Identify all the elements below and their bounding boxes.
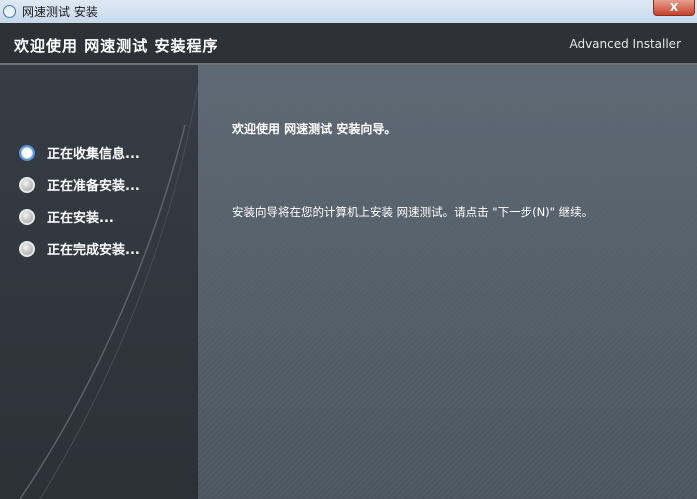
- step-finishing: 正在完成安装...: [19, 239, 140, 258]
- welcome-heading: 欢迎使用 网速测试 安装向导。: [232, 122, 397, 136]
- close-button[interactable]: X: [653, 0, 695, 16]
- step-indicator-icon: [19, 208, 35, 225]
- header-banner: 欢迎使用 网速测试 安装程序 Advanced Installer: [0, 23, 697, 65]
- step-indicator-icon: [19, 176, 35, 193]
- step-indicator-icon: [19, 240, 35, 257]
- header-title: 欢迎使用 网速测试 安装程序: [14, 37, 219, 55]
- window-title: 网速测试 安装: [22, 5, 98, 19]
- step-preparing: 正在准备安装...: [19, 175, 140, 194]
- step-label: 正在安装...: [47, 211, 114, 226]
- step-label: 正在准备安装...: [47, 179, 140, 194]
- brand-label: Advanced Installer: [569, 37, 681, 51]
- app-icon: [3, 5, 16, 18]
- step-label: 正在完成安装...: [47, 243, 140, 258]
- step-label: 正在收集信息...: [47, 147, 140, 162]
- content-panel: 欢迎使用 网速测试 安装向导。 安装向导将在您的计算机上安装 网速测试。请点击 …: [198, 65, 697, 499]
- sidebar-decoration: [19, 84, 198, 499]
- title-bar: 网速测试 安装 X: [0, 0, 697, 23]
- step-collecting-info: 正在收集信息...: [19, 143, 140, 162]
- welcome-description: 安装向导将在您的计算机上安装 网速测试。请点击 "下一步(N)" 继续。: [232, 205, 594, 219]
- step-installing: 正在安装...: [19, 207, 114, 226]
- step-indicator-active-icon: [19, 144, 35, 161]
- steps-sidebar: 正在收集信息... 正在准备安装... 正在安装... 正在完成安装...: [0, 65, 198, 499]
